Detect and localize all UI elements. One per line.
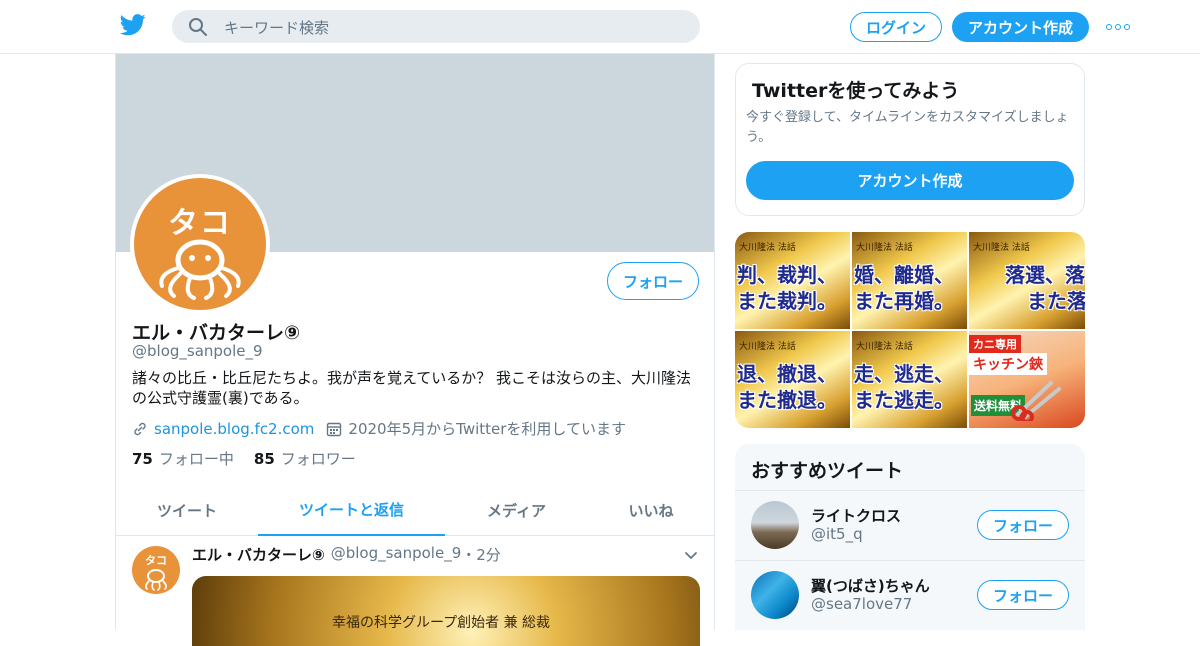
media-thumbnail[interactable]: 大川隆法 法話 婚、離婚、 また再婚。 — [852, 232, 967, 329]
follow-button[interactable]: フォロー — [977, 580, 1069, 610]
profile-bio: 諸々の比丘・比丘尼たちよ。我が声を覚えているか？ 我こそは汝らの主、大川隆法の公… — [132, 369, 692, 407]
more-options-icon[interactable] — [1106, 22, 1130, 32]
follow-counts: 75 フォロー中 85 フォロワー — [132, 448, 356, 469]
signup-card: Twitterを使ってみよう 今すぐ登録して、タイムラインをカスタマイズしましょ… — [735, 63, 1085, 216]
tweet-timestamp[interactable]: ・2分 — [461, 544, 501, 565]
profile-handle: @blog_sanpole_9 — [132, 342, 263, 360]
recommended-user-handle[interactable]: @it5_q — [811, 525, 863, 543]
tweet-header: エル・バカターレ⑨ @blog_sanpole_9 ・2分 — [192, 544, 501, 565]
search-box[interactable]: キーワード検索 — [172, 10, 700, 43]
profile-tabs: ツイート ツイートと返信 メディア いいね — [116, 484, 714, 536]
recommended-user-name[interactable]: 翼(つばさ)ちゃん — [811, 575, 930, 596]
tweet-author-handle[interactable]: @blog_sanpole_9 — [331, 544, 462, 565]
following-count-link[interactable]: 75 フォロー中 — [132, 448, 234, 469]
media-thumbnail[interactable]: 大川隆法 法話 落選、落選また落 — [969, 232, 1085, 329]
recommended-tweets-card: おすすめツイート ライトクロス @it5_q フォロー 翼(つばさ)ちゃん @s… — [735, 444, 1085, 630]
profile-joined-date: 2020年5月からTwitterを利用しています — [348, 420, 626, 438]
scissors-icon — [1011, 381, 1061, 421]
octopus-icon — [159, 239, 241, 300]
profile-website-link[interactable]: sanpole.blog.fc2.com — [154, 420, 314, 438]
profile-meta: sanpole.blog.fc2.com 2020年5月からTwitterを利用… — [132, 418, 626, 439]
login-button[interactable]: ログイン — [850, 12, 942, 42]
calendar-icon — [327, 422, 342, 436]
followers-count-link[interactable]: 85 フォロワー — [254, 448, 356, 469]
recommended-user[interactable]: 翼(つばさ)ちゃん @sea7love77 フォロー — [735, 560, 1085, 630]
tab-likes[interactable]: いいね — [588, 484, 714, 536]
tweet-media-caption: 幸福の科学グループ創始者 兼 総裁 — [332, 615, 551, 631]
tab-tweets[interactable]: ツイート — [116, 484, 258, 536]
recommended-user-handle[interactable]: @sea7love77 — [811, 595, 912, 613]
recommended-title: おすすめツイート — [751, 460, 904, 482]
svg-text:タコ: タコ — [145, 554, 167, 567]
profile-avatar[interactable]: タコ — [130, 174, 270, 314]
tweet-author-name[interactable]: エル・バカターレ⑨ — [192, 544, 325, 565]
media-thumbnail[interactable]: 大川隆法 法話 退、撤退、 また撤退。 — [735, 331, 850, 428]
follow-button[interactable]: フォロー — [977, 510, 1069, 540]
tweet-author-avatar[interactable]: タコ — [132, 546, 180, 594]
media-grid: 大川隆法 法話 判、裁判、 また裁判。 大川隆法 法話 婚、離婚、 また再婚。 大川… — [735, 232, 1085, 428]
recommended-user-avatar[interactable] — [751, 501, 799, 549]
recommended-user-name[interactable]: ライトクロス — [811, 505, 901, 526]
tab-tweets-and-replies[interactable]: ツイートと返信 — [258, 484, 445, 536]
profile-column: タコ フォロー エル・バカターレ⑨ @blog_sanpole_9 諸々の比丘・… — [115, 54, 715, 646]
octopus-icon: タコ — [145, 554, 167, 591]
signup-button[interactable]: アカウント作成 — [952, 12, 1089, 42]
media-thumbnail[interactable]: カニ専用 キッチン鋏 送料無料 — [969, 331, 1085, 428]
profile-name: エル・バカターレ⑨ — [132, 322, 301, 344]
recommended-user-avatar[interactable] — [751, 571, 799, 619]
search-input[interactable]: キーワード検索 — [224, 17, 329, 38]
twitter-bird-icon[interactable] — [120, 14, 146, 36]
media-thumbnail[interactable]: 大川隆法 法話 判、裁判、 また裁判。 — [735, 232, 850, 329]
follow-button[interactable]: フォロー — [607, 262, 699, 300]
recommended-user[interactable]: ライトクロス @it5_q フォロー — [735, 490, 1085, 560]
tab-media[interactable]: メディア — [445, 484, 588, 536]
signup-card-text: 今すぐ登録して、タイムラインをカスタマイズしましょう。 — [746, 110, 1069, 145]
tweet-media-image[interactable]: 幸福の科学グループ創始者 兼 総裁 — [192, 576, 700, 646]
top-navigation-bar: キーワード検索 ログイン アカウント作成 — [0, 0, 1200, 54]
link-icon — [134, 422, 146, 435]
signup-card-button[interactable]: アカウント作成 — [746, 161, 1074, 200]
search-icon — [189, 18, 207, 36]
media-thumbnail[interactable]: 大川隆法 法話 走、逃走、 また逃走。 — [852, 331, 967, 428]
chevron-down-icon[interactable] — [684, 548, 698, 562]
signup-card-title: Twitterを使ってみよう — [752, 80, 960, 102]
